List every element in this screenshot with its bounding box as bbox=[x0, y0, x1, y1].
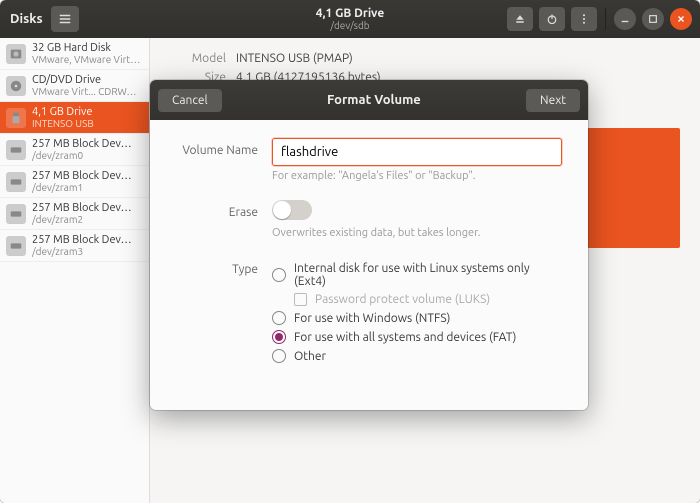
type-label: Type bbox=[176, 257, 272, 368]
volume-name-label: Volume Name bbox=[176, 138, 272, 196]
type-option-ext4[interactable]: Internal disk for use with Linux systems… bbox=[272, 262, 562, 288]
dialog-headerbar: Cancel Format Volume Next bbox=[150, 80, 588, 120]
type-option-luks: Password protect volume (LUKS) bbox=[294, 293, 562, 306]
erase-toggle[interactable] bbox=[272, 200, 312, 220]
type-option-ntfs[interactable]: For use with Windows (NTFS) bbox=[272, 311, 562, 325]
erase-hint: Overwrites existing data, but takes long… bbox=[272, 227, 562, 239]
erase-label: Erase bbox=[176, 200, 272, 253]
type-option-fat[interactable]: For use with all systems and devices (FA… bbox=[272, 330, 562, 344]
dialog-title: Format Volume bbox=[327, 93, 421, 107]
next-button[interactable]: Next bbox=[526, 89, 580, 112]
volume-name-input[interactable] bbox=[272, 138, 562, 166]
format-volume-dialog: Cancel Format Volume Next Volume Name Fo… bbox=[150, 80, 588, 410]
type-option-other[interactable]: Other bbox=[272, 349, 562, 363]
volume-name-hint: For example: "Angela's Files" or "Backup… bbox=[272, 170, 562, 182]
cancel-button[interactable]: Cancel bbox=[158, 89, 222, 112]
